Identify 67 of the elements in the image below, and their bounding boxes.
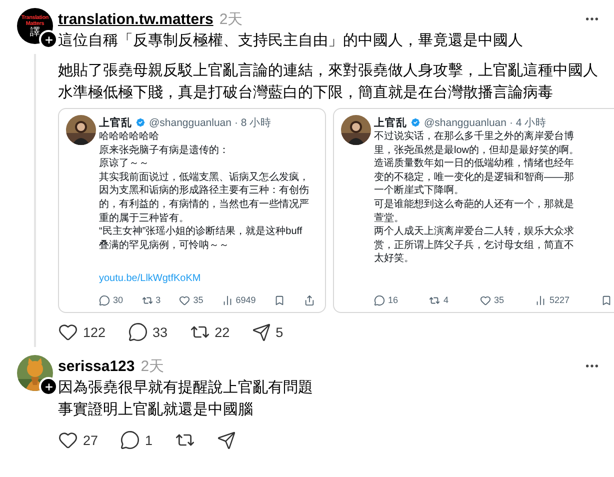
- reply-icon[interactable]: [374, 294, 385, 306]
- repost-icon[interactable]: [142, 294, 153, 306]
- tweet-text-line: 的，有利益的，有病情的，当然也有一些情况严: [99, 198, 309, 212]
- stat-count: 16: [388, 295, 398, 305]
- comment-icon[interactable]: [128, 322, 148, 342]
- heart-icon[interactable]: [179, 294, 190, 306]
- stat-count: 3: [156, 295, 161, 305]
- tweet-text-line: 原谅了～～: [99, 157, 149, 171]
- share-icon[interactable]: [304, 294, 315, 306]
- heart-icon[interactable]: [58, 322, 78, 342]
- tweet-text-line: 因为支黑和诟病的形成路径主要有三种：有创伤: [99, 184, 309, 198]
- tweet-text-line: 叠满的罕见病例，可怜呐～～: [99, 238, 229, 252]
- post-text: 她貼了張堯母親反駁上官亂言論的連結，來對張堯做人身攻擊，上官亂這種中國人水準極低極下賤，真是打破台灣藍白的下限，簡直就是在台灣散播言論病毒: [58, 61, 598, 103]
- tweet-screenshot[interactable]: [58, 108, 326, 313]
- username[interactable]: translation.tw.matters: [58, 10, 214, 28]
- tweet-text-line: 不过说实话，在那么多千里之外的离岸爱台博: [374, 130, 574, 144]
- reply-icon[interactable]: [99, 294, 110, 306]
- stat-count: 35: [193, 295, 204, 305]
- bookmark-icon[interactable]: [274, 294, 286, 306]
- stat-count: 4: [443, 295, 448, 305]
- action-count: 22: [214, 324, 230, 340]
- post-text-line: 因為張堯很早就有提醒說上官亂有問題: [58, 378, 314, 398]
- tweet-text-line: 可是谁能想到这么奇葩的人还有一个，那就是: [374, 198, 574, 212]
- comment-icon[interactable]: [120, 430, 140, 450]
- author-handle: @shangguanluan: [149, 116, 232, 128]
- logo-glyph: 譯: [30, 26, 40, 38]
- tweet-text-line: 变的不稳定，唯一变化的是逻辑和智商——那: [374, 170, 574, 184]
- tweet-text-line: 造谣质量数年如一日的低端幼稚，情绪也经年: [374, 157, 574, 171]
- post-text-line: 事實證明上官亂就還是中國腦: [58, 400, 254, 420]
- chart-icon[interactable]: [222, 294, 233, 306]
- username[interactable]: serissa123: [58, 358, 135, 374]
- tweet-time: · 4 小時: [509, 116, 547, 130]
- post-text: 這位自稱「反專制反極權、支持民主自由」的中國人，畢竟還是中國人: [58, 31, 524, 51]
- stat-count: 6949: [236, 295, 256, 305]
- tweet-text-line: 萱堂。: [374, 212, 404, 226]
- stat-count: 30: [113, 295, 124, 305]
- tweet-text-line: 一个断崖式下降啊。: [374, 184, 464, 198]
- stat-count: 35: [494, 295, 504, 305]
- chart-icon[interactable]: [535, 294, 546, 306]
- tweet-text-line: 太好笑。: [374, 252, 414, 266]
- tweet-text-line: 原来张尧脑子有病是遗传的：: [99, 144, 229, 158]
- bookmark-icon[interactable]: [600, 294, 612, 306]
- tweet-text-line: 其实我前面说过，低端支黑、诟病又怎么发疯，: [99, 170, 309, 184]
- author-name: 上官乱: [374, 116, 407, 130]
- send-icon[interactable]: [252, 322, 271, 342]
- action-count: 27: [83, 432, 98, 448]
- post-time: 2天: [140, 356, 166, 376]
- stat-count: 5227: [549, 295, 570, 305]
- tweet-text-line: 里，张尧虽然是最low的，但却是最好笑的啊。: [374, 144, 580, 158]
- tweet-text-line: “民主女神”张瑶小姐的诊断结果，就是这种buff: [99, 225, 302, 239]
- tweet-time: · 8 小時: [234, 116, 272, 130]
- tweet-text-line: 哈哈哈哈哈哈: [99, 130, 159, 144]
- post-time: 2天: [219, 10, 244, 28]
- author-handle: @shangguanluan: [424, 116, 506, 128]
- tweet-text-line: 两个人成天上演离岸爱台二人转，娱乐大众求: [374, 225, 574, 239]
- repost-icon[interactable]: [429, 294, 440, 306]
- tweet-text-line: 重的属于三种皆有。: [99, 212, 189, 226]
- heart-icon[interactable]: [480, 294, 491, 306]
- heart-icon[interactable]: [58, 430, 78, 450]
- action-count: 33: [152, 324, 168, 340]
- action-count: 5: [276, 324, 284, 340]
- action-count: 1: [145, 432, 153, 448]
- action-count: 122: [83, 324, 106, 340]
- send-icon[interactable]: [216, 430, 236, 450]
- tweet-text-line: 赏，正所谓上阵父子兵，乞讨母女组，简直不: [374, 238, 574, 252]
- author-name: 上官乱: [99, 116, 132, 130]
- tweet-screenshot[interactable]: [333, 108, 614, 313]
